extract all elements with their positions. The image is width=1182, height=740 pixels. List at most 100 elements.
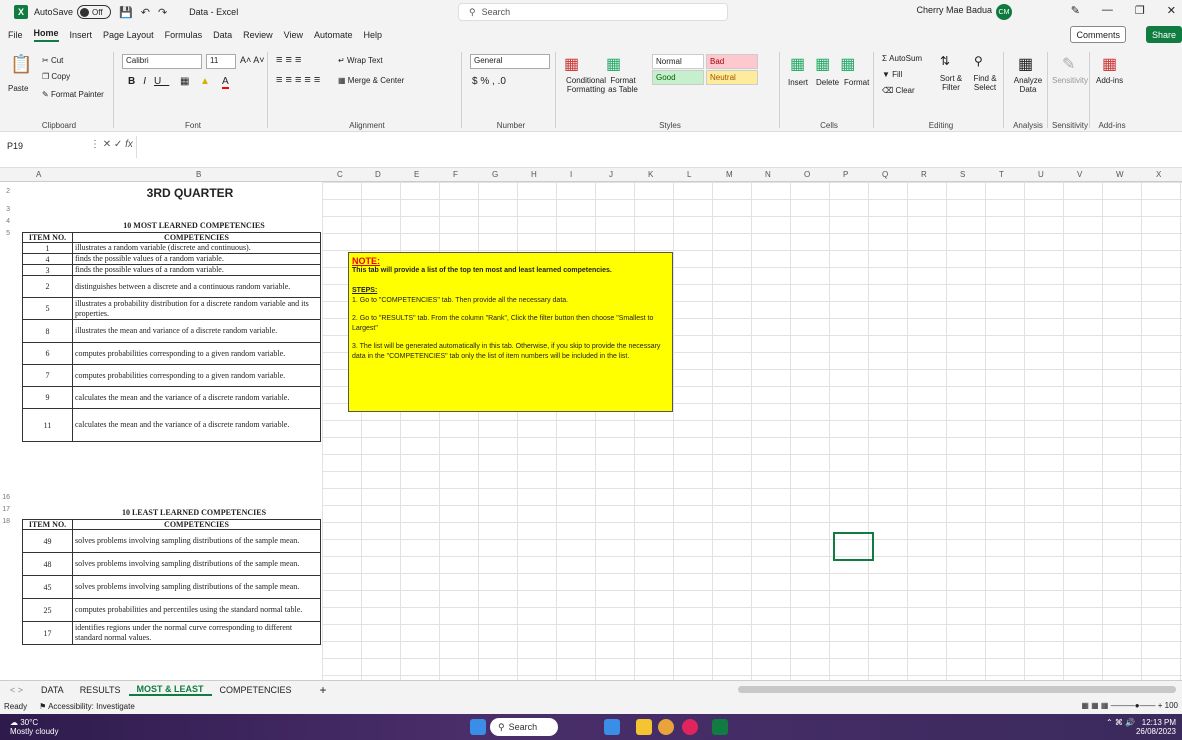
table-row[interactable]: 8 illustrates the mean and variance of a … bbox=[22, 319, 321, 343]
pen-icon[interactable]: ✎ bbox=[1071, 4, 1080, 17]
close-icon[interactable]: ✕ bbox=[1167, 4, 1176, 17]
menu-view[interactable]: View bbox=[284, 30, 303, 40]
delete-cells-button[interactable]: Delete bbox=[816, 78, 839, 87]
column-header[interactable]: G bbox=[492, 170, 498, 179]
file-explorer-icon[interactable] bbox=[636, 719, 652, 735]
column-header[interactable]: P bbox=[843, 170, 848, 179]
table-row[interactable]: 2 distinguishes between a discrete and a … bbox=[22, 275, 321, 298]
sort-icon[interactable]: ⇅ bbox=[940, 54, 950, 68]
column-header[interactable]: X bbox=[1156, 170, 1161, 179]
style-bad[interactable]: Bad bbox=[706, 54, 758, 69]
search-input[interactable]: ⚲ Search bbox=[458, 3, 728, 21]
column-header[interactable]: S bbox=[960, 170, 965, 179]
format-as-table-icon[interactable]: ▦ bbox=[606, 54, 621, 74]
table-row[interactable]: 49 solves problems involving sampling dis… bbox=[22, 529, 321, 553]
format-cells-button[interactable]: Format bbox=[844, 78, 869, 87]
opera-icon[interactable] bbox=[682, 719, 698, 735]
zoom-control[interactable]: ▦ ▦ ▦ ———●—— + 100 bbox=[1081, 701, 1178, 710]
style-neutral[interactable]: Neutral bbox=[706, 70, 758, 85]
worksheet[interactable]: A B C D E F G H I J K L M N O P Q R S T U V W X 2 3 4 5 1 6 17 1… bbox=[0, 168, 1182, 680]
wrap-text-button[interactable]: ↵ Wrap Text bbox=[338, 56, 383, 65]
chrome-icon[interactable] bbox=[658, 719, 674, 735]
system-tray[interactable]: ⌃ ⌘ 🔊 12:13 PM 26/08/2023 bbox=[1106, 718, 1176, 736]
name-box[interactable]: P19 bbox=[4, 139, 84, 155]
minimize-icon[interactable]: — bbox=[1102, 4, 1113, 17]
menu-file[interactable]: File bbox=[8, 30, 23, 40]
menu-insert[interactable]: Insert bbox=[70, 30, 93, 40]
font-name-select[interactable]: Calibri bbox=[122, 54, 202, 69]
column-header[interactable]: J bbox=[609, 170, 613, 179]
column-header[interactable]: O bbox=[804, 170, 810, 179]
align-top-icon[interactable]: ≡ ≡ ≡ bbox=[276, 54, 301, 66]
number-format-icons[interactable]: $ % , .0 bbox=[472, 76, 506, 87]
font-style-buttons[interactable]: BIU bbox=[128, 76, 169, 87]
font-size-select[interactable]: 11 bbox=[206, 54, 236, 69]
table-row[interactable]: 4 finds the possible values of a random v… bbox=[22, 253, 321, 265]
analyze-data-button[interactable]: Analyze Data bbox=[1012, 76, 1044, 94]
redo-icon[interactable]: ↷ bbox=[158, 6, 167, 19]
column-header[interactable]: W bbox=[1116, 170, 1124, 179]
find-icon[interactable]: ⚲ bbox=[974, 54, 983, 68]
analyze-data-icon[interactable]: ▦ bbox=[1018, 54, 1033, 74]
cut-button[interactable]: ✂ Cut bbox=[42, 56, 63, 65]
copy-button[interactable]: ❐ Copy bbox=[42, 72, 70, 81]
accessibility-status[interactable]: ⚑ Accessibility: Investigate bbox=[39, 702, 135, 711]
column-header[interactable]: I bbox=[570, 170, 572, 179]
table-row[interactable]: 11 calculates the mean and the variance o… bbox=[22, 408, 321, 442]
table-row[interactable]: 9 calculates the mean and the variance of… bbox=[22, 386, 321, 409]
addins-icon[interactable]: ▦ bbox=[1102, 54, 1117, 74]
menu-formulas[interactable]: Formulas bbox=[165, 30, 203, 40]
column-header[interactable]: B bbox=[196, 170, 201, 179]
fx-icon[interactable]: ⋮ ✕ ✓ fx bbox=[90, 139, 133, 150]
save-icon[interactable]: 💾 bbox=[119, 6, 133, 19]
menu-automate[interactable]: Automate bbox=[314, 30, 353, 40]
avatar[interactable]: CM bbox=[996, 4, 1012, 20]
addins-button[interactable]: Add-ins bbox=[1096, 76, 1123, 85]
column-header[interactable]: U bbox=[1038, 170, 1044, 179]
photos-icon[interactable] bbox=[604, 719, 620, 735]
menu-data[interactable]: Data bbox=[213, 30, 232, 40]
table-row[interactable]: 45 solves problems involving sampling dis… bbox=[22, 575, 321, 599]
horizontal-scrollbar[interactable] bbox=[738, 686, 1176, 693]
weather-widget[interactable]: ☁ 30°C Mostly cloudy bbox=[10, 718, 58, 736]
column-header[interactable]: K bbox=[648, 170, 653, 179]
table-row[interactable]: 6 computes probabilities corresponding to… bbox=[22, 342, 321, 365]
column-header[interactable]: V bbox=[1077, 170, 1082, 179]
align-left-icon[interactable]: ≡ ≡ ≡ ≡ ≡ bbox=[276, 74, 320, 86]
tab-data[interactable]: DATA bbox=[33, 685, 72, 695]
autosave-toggle[interactable]: Off bbox=[77, 5, 112, 19]
merge-center-button[interactable]: ▦ Merge & Center bbox=[338, 76, 404, 85]
sensitivity-button[interactable]: Sensitivity bbox=[1052, 76, 1088, 85]
paste-button[interactable]: Paste bbox=[8, 84, 28, 93]
formula-input[interactable] bbox=[136, 136, 1176, 158]
insert-cells-button[interactable]: Insert bbox=[788, 78, 808, 87]
tab-most-least[interactable]: MOST & LEAST bbox=[128, 684, 212, 696]
tab-scroll-icon[interactable]: < > bbox=[0, 685, 33, 695]
table-row[interactable]: 48 solves problems involving sampling dis… bbox=[22, 552, 321, 576]
format-painter-button[interactable]: ✎ Format Painter bbox=[42, 90, 104, 99]
windows-start-icon[interactable] bbox=[470, 719, 486, 735]
column-header[interactable]: D bbox=[375, 170, 381, 179]
menu-help[interactable]: Help bbox=[364, 30, 383, 40]
column-header[interactable]: H bbox=[531, 170, 537, 179]
find-select-button[interactable]: Find & Select bbox=[970, 74, 1000, 92]
clear-button[interactable]: ⌫ Clear bbox=[882, 86, 915, 95]
column-header[interactable]: L bbox=[687, 170, 691, 179]
fill-button[interactable]: ▼ Fill bbox=[882, 70, 902, 79]
autosum-button[interactable]: Σ AutoSum bbox=[882, 54, 922, 63]
font-grow-icon[interactable]: A˄ A˅ bbox=[240, 55, 265, 65]
format-as-table-button[interactable]: Format as Table bbox=[606, 76, 640, 94]
borders-icon[interactable]: ▦ bbox=[180, 76, 189, 87]
tab-results[interactable]: RESULTS bbox=[72, 685, 129, 695]
number-format-select[interactable]: General bbox=[470, 54, 550, 69]
column-header[interactable]: A bbox=[36, 170, 41, 179]
undo-icon[interactable]: ↶ bbox=[141, 6, 150, 19]
column-header[interactable]: E bbox=[414, 170, 419, 179]
column-header[interactable]: Q bbox=[882, 170, 888, 179]
menu-review[interactable]: Review bbox=[243, 30, 273, 40]
table-row[interactable]: 17 identifies regions under the normal cu… bbox=[22, 621, 321, 645]
conditional-formatting-button[interactable]: Conditional Formatting bbox=[562, 76, 610, 94]
taskbar-search[interactable]: ⚲ Search bbox=[490, 718, 558, 736]
excel-taskbar-icon[interactable] bbox=[712, 719, 728, 735]
column-header[interactable]: R bbox=[921, 170, 927, 179]
